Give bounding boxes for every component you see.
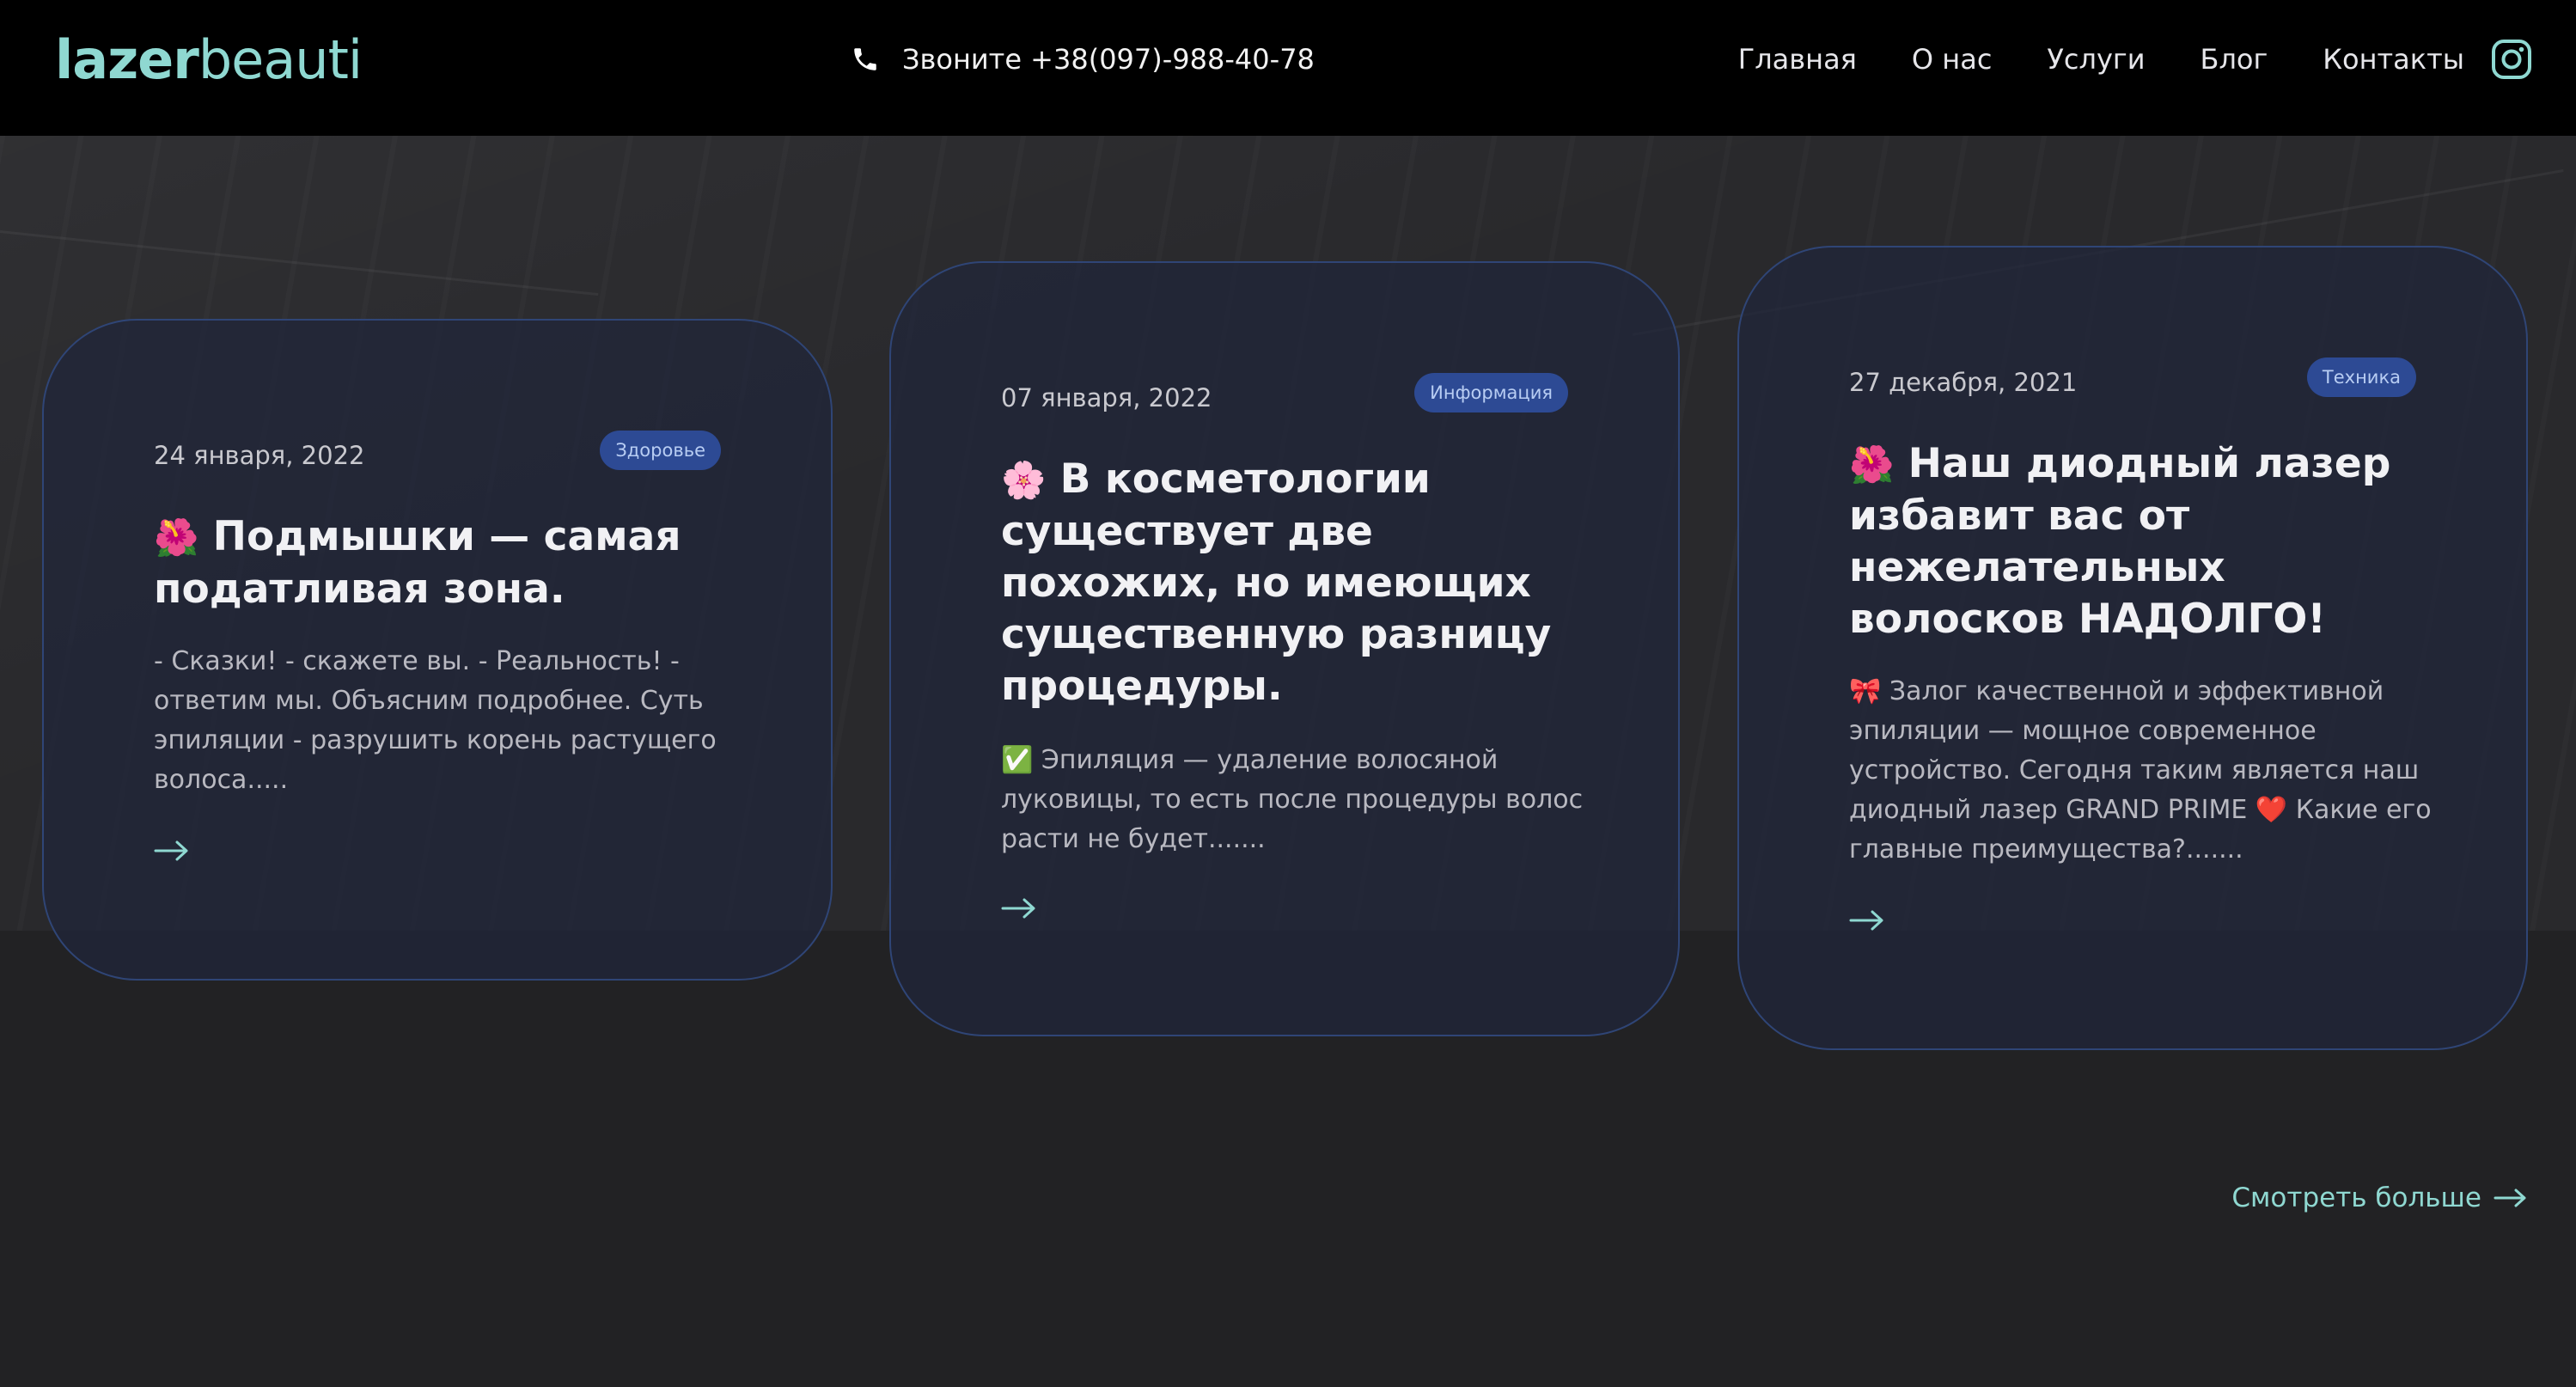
logo-bold-part: lazer	[55, 28, 199, 91]
hibiscus-icon: 🌺	[1849, 443, 1895, 486]
arrow-right-icon[interactable]	[154, 840, 190, 862]
check-mark-icon: ✅	[1001, 745, 1034, 775]
post-excerpt: - Сказки! - скажете вы. - Реальность! - …	[154, 646, 717, 795]
post-date: 24 января, 2022	[154, 441, 365, 470]
category-badge[interactable]: Информация	[1414, 373, 1568, 412]
main-nav: Главная О нас Услуги Блог Контакты	[1683, 40, 2464, 79]
nav-item-contacts[interactable]: Контакты	[2323, 43, 2464, 76]
post-excerpt-text: Залог качественной и эффективной эпиляци…	[1849, 676, 2432, 865]
phone-icon	[854, 48, 876, 70]
nav-item-about[interactable]: О нас	[1912, 43, 1992, 76]
post-excerpt: 🎀 Залог качественной и эффективной эпиля…	[1849, 672, 2451, 870]
post-title[interactable]: 🌺 Подмышки — самая податливая зона.	[154, 511, 755, 615]
phone-link[interactable]: Звоните +38(097)-988-40-78	[851, 40, 1315, 79]
post-title[interactable]: 🌸 В косметологии существует две похожих,…	[1001, 454, 1602, 712]
arrow-right-icon	[2494, 1188, 2526, 1207]
blog-card[interactable]: 07 января, 2022 Информация 🌸 В косметоло…	[889, 261, 1680, 1036]
logo-light-part: beauti	[198, 28, 363, 91]
blog-card[interactable]: 27 декабря, 2021 Техника 🌺 Наш диодный л…	[1737, 246, 2528, 1050]
blog-card[interactable]: 24 января, 2022 Здоровье 🌺 Подмышки — са…	[42, 319, 833, 981]
post-title-text: В косметологии существует две похожих, н…	[1001, 455, 1552, 710]
category-badge[interactable]: Здоровье	[600, 431, 721, 470]
nav-item-blog[interactable]: Блог	[2201, 43, 2268, 76]
site-logo[interactable]: lazerbeauti	[55, 26, 363, 95]
post-excerpt-text: Эпиляция — удаление волосяной луковицы, …	[1001, 745, 1584, 854]
phone-text: Звоните +38(097)-988-40-78	[902, 43, 1315, 76]
ribbon-icon: 🎀	[1849, 676, 1882, 706]
background-streak	[0, 230, 599, 296]
post-title[interactable]: 🌺 Наш диодный лазер избавит вас от нежел…	[1849, 438, 2451, 645]
instagram-icon[interactable]	[2490, 38, 2533, 81]
see-more-label: Смотреть больше	[2231, 1182, 2481, 1213]
post-title-text: Наш диодный лазер избавит вас от нежелат…	[1849, 440, 2391, 643]
nav-item-services[interactable]: Услуги	[2047, 43, 2145, 76]
post-date: 07 января, 2022	[1001, 383, 1212, 412]
blossom-icon: 🌸	[1001, 459, 1047, 501]
arrow-right-icon[interactable]	[1849, 909, 1885, 932]
post-date: 27 декабря, 2021	[1849, 368, 2078, 397]
category-badge[interactable]: Техника	[2306, 357, 2416, 397]
hibiscus-icon: 🌺	[154, 516, 199, 559]
nav-item-home[interactable]: Главная	[1738, 43, 1857, 76]
site-header: lazerbeauti Звоните +38(097)-988-40-78 Г…	[0, 0, 2576, 136]
post-title-text: Подмышки — самая податливая зона.	[154, 513, 681, 613]
see-more-link[interactable]: Смотреть больше	[2231, 1182, 2528, 1213]
post-excerpt: ✅ Эпиляция — удаление волосяной луковицы…	[1001, 741, 1602, 859]
arrow-right-icon[interactable]	[1001, 897, 1037, 920]
